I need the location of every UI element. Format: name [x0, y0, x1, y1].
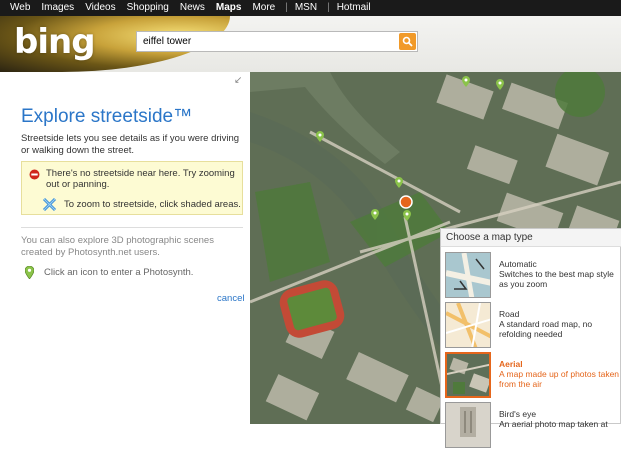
streetside-zoom-icon	[42, 197, 57, 212]
map-type-automatic[interactable]: Automatic Switches to the best map style…	[441, 249, 621, 299]
search-input[interactable]	[137, 32, 399, 51]
no-entry-icon	[29, 169, 40, 180]
streetside-warning: There's no streetside near here. Try zoo…	[21, 161, 243, 215]
nav-separator: |	[327, 2, 330, 13]
panel-description: Streetside lets you see details as if yo…	[21, 133, 240, 156]
road-description: A standard road map, no refolding needed	[499, 319, 593, 339]
automatic-thumbnail	[445, 252, 491, 298]
map-type-birds-eye[interactable]: Bird's eye An aerial photo map taken at	[441, 399, 621, 449]
streetside-panel: ↙ Explore streetside™ Streetside lets yo…	[0, 72, 250, 424]
photosynth-hint: Click an icon to enter a Photosynth.	[44, 267, 194, 278]
road-label: Road	[499, 309, 520, 319]
map-type-aerial[interactable]: Aerial A map made up of photos taken fro…	[441, 349, 621, 399]
automatic-label: Automatic	[499, 259, 537, 269]
birds-eye-description: An aerial photo map taken at	[499, 419, 608, 429]
top-nav: Web Images Videos Shopping News Maps Mor…	[0, 0, 621, 16]
nav-shopping[interactable]: Shopping	[123, 0, 176, 16]
search-button[interactable]	[399, 33, 416, 50]
cancel-link[interactable]: cancel	[217, 293, 244, 304]
divider	[21, 227, 243, 228]
nav-news[interactable]: News	[176, 0, 212, 16]
nav-images[interactable]: Images	[37, 0, 81, 16]
map-type-road[interactable]: Road A standard road map, no refolding n…	[441, 299, 621, 349]
nav-msn[interactable]: MSN	[291, 0, 324, 16]
aerial-thumbnail	[445, 352, 491, 398]
nav-web[interactable]: Web	[6, 0, 37, 16]
bing-logo[interactable]: bing	[14, 22, 96, 62]
photosynth-description: You can also explore 3D photographic sce…	[21, 235, 214, 258]
panel-title: Explore streetside™	[21, 106, 193, 127]
automatic-description: Switches to the best map style as you zo…	[499, 269, 614, 289]
zoom-hint: To zoom to streetside, click shaded area…	[64, 198, 241, 210]
nav-hotmail[interactable]: Hotmail	[333, 0, 378, 16]
aerial-label: Aerial	[499, 359, 523, 369]
photosynth-pin-icon	[25, 266, 34, 279]
road-thumbnail	[445, 302, 491, 348]
map-type-chooser: Choose a map type Automatic Switches to …	[440, 228, 621, 448]
chooser-title: Choose a map type	[441, 229, 621, 247]
warning-text: There's no streetside near here. Try zoo…	[46, 168, 235, 190]
nav-videos[interactable]: Videos	[81, 0, 122, 16]
header: bing	[0, 16, 621, 72]
search-box	[136, 31, 418, 52]
nav-separator: |	[285, 2, 288, 13]
search-icon	[402, 36, 413, 47]
minimize-icon[interactable]: ↙	[234, 75, 242, 86]
nav-maps[interactable]: Maps	[212, 0, 249, 16]
birds-eye-thumbnail	[445, 402, 491, 448]
birds-eye-label: Bird's eye	[499, 409, 537, 419]
aerial-description: A map made up of photos taken from the a…	[499, 369, 620, 389]
nav-more[interactable]: More	[248, 0, 282, 16]
